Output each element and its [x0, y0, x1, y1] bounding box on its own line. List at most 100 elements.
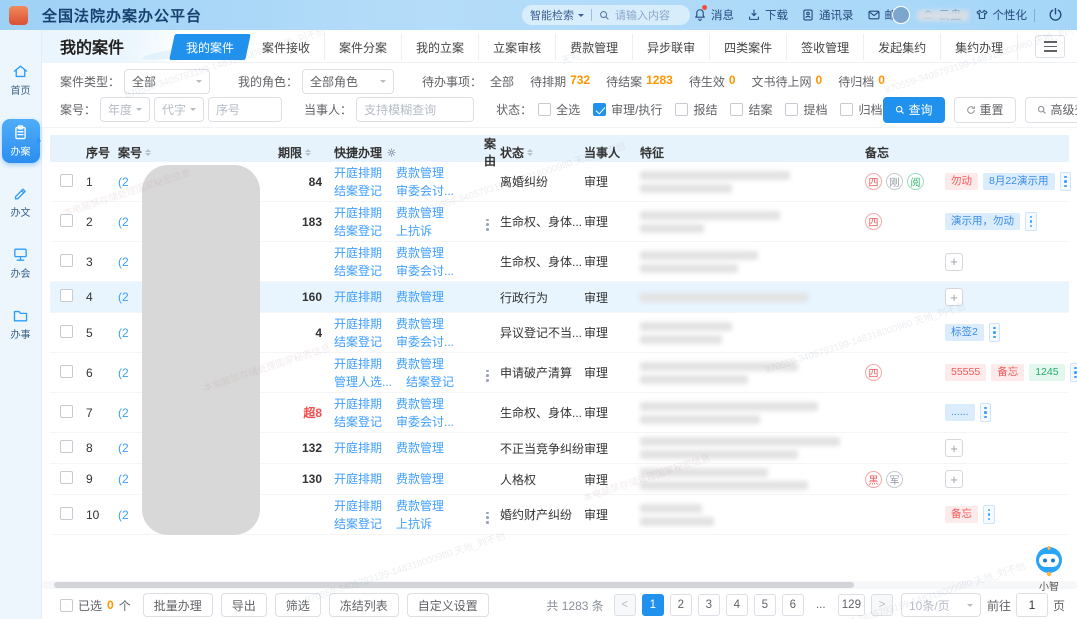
sidebar-item-办案[interactable]: 办案	[2, 119, 40, 163]
quick-action-link-费款管理[interactable]: 费款管理	[396, 165, 444, 181]
memo-tag[interactable]: ......	[945, 404, 975, 421]
case-type-select[interactable]: 全部	[124, 69, 210, 94]
row-checkbox[interactable]	[60, 440, 73, 453]
quick-action-link-审委会讨...[interactable]: 审委会讨...	[396, 334, 454, 350]
quick-action-link-管理人选...[interactable]: 管理人选...	[334, 374, 392, 390]
sidebar-item-首页[interactable]: 首页	[2, 58, 40, 102]
status-option-报结[interactable]: 报结	[675, 101, 717, 118]
quick-action-link-费款管理[interactable]: 费款管理	[396, 205, 444, 221]
row-checkbox[interactable]	[60, 325, 73, 338]
feature-badge-刚[interactable]: 刚	[886, 173, 903, 190]
status-checkbox[interactable]	[730, 103, 743, 116]
advanced-query-button[interactable]: 高级查询	[1025, 97, 1077, 123]
page-button-129[interactable]: 129	[838, 594, 865, 616]
quick-action-link-开庭排期[interactable]: 开庭排期	[334, 245, 382, 261]
quick-action-link-开庭排期[interactable]: 开庭排期	[334, 396, 382, 412]
status-option-归档[interactable]: 归档	[840, 101, 882, 118]
quick-action-link-结案登记[interactable]: 结案登记	[334, 414, 382, 430]
column-header-状态[interactable]: 状态	[500, 144, 584, 161]
search-placeholder[interactable]: 请输入内容	[615, 7, 670, 23]
tab-我的案件[interactable]: 我的案件	[172, 34, 248, 60]
row-checkbox[interactable]	[60, 174, 73, 187]
memo-tag[interactable]: 标签2	[945, 324, 984, 341]
more-actions-button[interactable]	[484, 368, 491, 384]
query-button[interactable]: 查询	[883, 97, 945, 123]
next-page-button[interactable]: >	[871, 594, 893, 616]
feature-badge-阅[interactable]: 阅	[907, 173, 924, 190]
todo-item-文书待上网[interactable]: 文书待上网0	[752, 73, 823, 90]
memo-tag[interactable]: 8月22演示用	[983, 173, 1055, 190]
quick-action-link-审委会讨...[interactable]: 审委会讨...	[396, 183, 454, 199]
status-checkbox[interactable]	[675, 103, 688, 116]
reset-button[interactable]: 重置	[954, 97, 1016, 123]
memo-tag[interactable]: 1245	[1029, 364, 1064, 381]
assistant-robot[interactable]: 小智	[1027, 545, 1071, 593]
memo-more-button[interactable]	[1060, 172, 1072, 191]
memo-more-button[interactable]	[1070, 363, 1077, 382]
sidebar-item-办文[interactable]: 办文	[2, 180, 40, 224]
avatar[interactable]	[892, 6, 910, 24]
quick-action-link-费款管理[interactable]: 费款管理	[396, 498, 444, 514]
code-select[interactable]: 代字	[154, 97, 204, 122]
status-option-全选[interactable]: 全选	[538, 101, 580, 118]
more-tabs-button[interactable]	[1035, 35, 1065, 58]
status-checkbox[interactable]	[593, 103, 606, 116]
page-button-6[interactable]: 6	[782, 594, 804, 616]
header-action-个性化[interactable]: 个性化	[975, 7, 1028, 23]
todo-item-待生效[interactable]: 待生效0	[689, 73, 736, 90]
quick-action-link-费款管理[interactable]: 费款管理	[396, 396, 444, 412]
quick-action-link-结案登记[interactable]: 结案登记	[334, 223, 382, 239]
page-button-5[interactable]: 5	[754, 594, 776, 616]
memo-more-button[interactable]	[980, 403, 992, 422]
quick-action-link-开庭排期[interactable]: 开庭排期	[334, 165, 382, 181]
add-memo-button[interactable]: +	[945, 470, 963, 488]
add-memo-button[interactable]: +	[945, 439, 963, 457]
quick-action-link-审委会讨...[interactable]: 审委会讨...	[396, 414, 454, 430]
quick-action-link-费款管理[interactable]: 费款管理	[396, 440, 444, 456]
sort-icon[interactable]	[145, 146, 151, 159]
footer-button-筛选[interactable]: 筛选	[275, 593, 321, 617]
quick-action-link-费款管理[interactable]: 费款管理	[396, 289, 444, 305]
feature-badge-四[interactable]: 四	[865, 213, 882, 230]
search-scope-dropdown[interactable]: 智能检索	[530, 7, 574, 23]
seq-input[interactable]	[208, 97, 282, 122]
scrollbar-thumb[interactable]	[54, 582, 854, 588]
quick-action-link-开庭排期[interactable]: 开庭排期	[334, 498, 382, 514]
add-memo-button[interactable]: +	[945, 253, 963, 271]
column-header-案号[interactable]: 案号	[118, 144, 278, 161]
column-header-快捷办理[interactable]: 快捷办理	[334, 144, 484, 161]
quick-action-link-开庭排期[interactable]: 开庭排期	[334, 471, 382, 487]
row-checkbox[interactable]	[60, 289, 73, 302]
memo-tag[interactable]: 备忘	[991, 364, 1024, 381]
todo-item-全部[interactable]: 全部	[490, 73, 514, 90]
page-button-4[interactable]: 4	[726, 594, 748, 616]
sidebar-item-办事[interactable]: 办事	[2, 302, 40, 346]
page-size-select[interactable]: 10条/页	[901, 593, 981, 617]
tab-签收管理[interactable]: 签收管理	[787, 34, 864, 60]
tab-异步联审[interactable]: 异步联审	[633, 34, 710, 60]
sort-icon[interactable]	[527, 146, 533, 159]
more-actions-button[interactable]	[484, 217, 491, 233]
memo-tag[interactable]: 演示用，勿动	[945, 213, 1020, 230]
tab-集约办理[interactable]: 集约办理	[941, 34, 1018, 60]
memo-tag[interactable]: 备忘	[945, 506, 978, 523]
quick-action-link-费款管理[interactable]: 费款管理	[396, 471, 444, 487]
status-option-结案[interactable]: 结案	[730, 101, 772, 118]
header-action-下载[interactable]: 下载	[747, 7, 788, 23]
quick-action-link-上抗诉[interactable]: 上抗诉	[396, 223, 432, 239]
quick-action-link-结案登记[interactable]: 结案登记	[334, 263, 382, 279]
feature-badge-四[interactable]: 四	[865, 364, 882, 381]
todo-item-待归档[interactable]: 待归档0	[838, 73, 885, 90]
row-checkbox[interactable]	[60, 405, 73, 418]
quick-action-link-结案登记[interactable]: 结案登记	[406, 374, 454, 390]
quick-action-link-结案登记[interactable]: 结案登记	[334, 516, 382, 532]
sort-icon[interactable]	[305, 146, 311, 159]
quick-action-link-开庭排期[interactable]: 开庭排期	[334, 316, 382, 332]
footer-button-批量办理[interactable]: 批量办理	[143, 593, 213, 617]
quick-action-link-开庭排期[interactable]: 开庭排期	[334, 205, 382, 221]
footer-button-导出[interactable]: 导出	[221, 593, 267, 617]
tab-四类案件[interactable]: 四类案件	[710, 34, 787, 60]
tab-我的立案[interactable]: 我的立案	[402, 34, 479, 60]
row-checkbox[interactable]	[60, 214, 73, 227]
global-search[interactable]: 智能检索 请输入内容	[522, 5, 690, 25]
